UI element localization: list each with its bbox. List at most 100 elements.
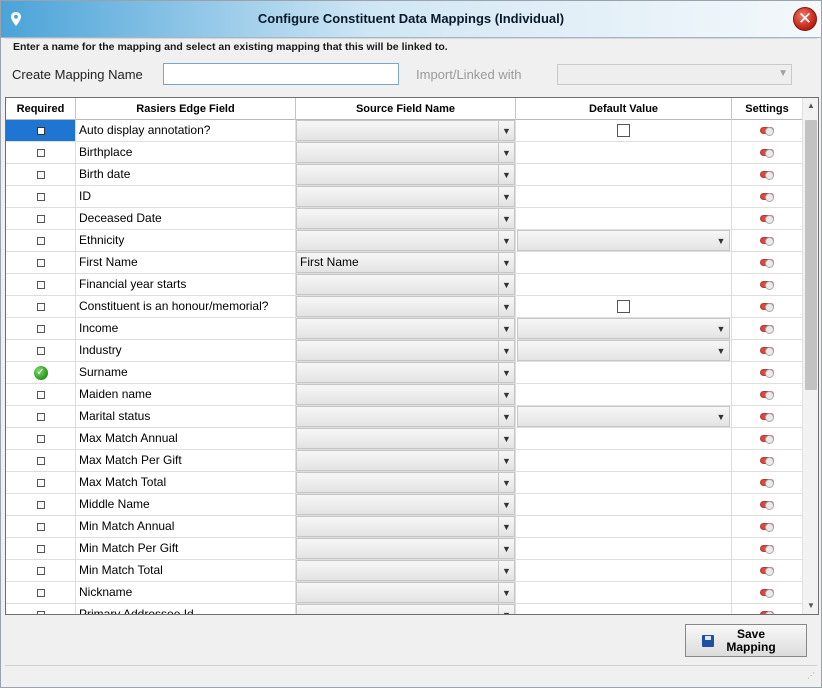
table-row[interactable]: Financial year starts ▼ [6, 274, 802, 296]
source-field-select[interactable]: ▼ [296, 428, 515, 449]
toggle-icon[interactable] [760, 325, 774, 334]
toggle-icon[interactable] [760, 391, 774, 400]
required-cell[interactable] [6, 230, 76, 251]
default-value-select[interactable]: ▼ [517, 340, 730, 361]
required-checkbox[interactable] [36, 170, 45, 179]
table-row[interactable]: First Name First Name ▼ [6, 252, 802, 274]
table-row[interactable]: Max Match Per Gift ▼ [6, 450, 802, 472]
source-field-select[interactable]: ▼ [296, 230, 515, 251]
required-checkbox[interactable] [36, 302, 45, 311]
toggle-icon[interactable] [760, 501, 774, 510]
required-cell[interactable] [6, 406, 76, 427]
default-value-cell[interactable] [516, 186, 732, 207]
chevron-down-icon[interactable]: ▼ [498, 363, 514, 382]
default-value-cell[interactable] [516, 450, 732, 471]
required-cell[interactable] [6, 296, 76, 317]
required-checkbox[interactable] [36, 588, 45, 597]
chevron-down-icon[interactable]: ▼ [498, 165, 514, 184]
table-row[interactable]: Ethnicity ▼ ▼ [6, 230, 802, 252]
required-cell[interactable] [6, 252, 76, 273]
table-row[interactable]: Middle Name ▼ [6, 494, 802, 516]
chevron-down-icon[interactable]: ▼ [713, 319, 729, 338]
default-value-cell[interactable] [516, 362, 732, 383]
table-row[interactable]: Marital status ▼ ▼ [6, 406, 802, 428]
toggle-icon[interactable] [760, 413, 774, 422]
default-value-select[interactable]: ▼ [517, 406, 730, 427]
source-field-select[interactable]: ▼ [296, 362, 515, 383]
required-checkbox[interactable] [36, 346, 45, 355]
create-mapping-name-input[interactable] [163, 63, 399, 85]
required-cell[interactable]: ✓ [6, 362, 76, 383]
required-cell[interactable] [6, 164, 76, 185]
required-cell[interactable] [6, 560, 76, 581]
table-row[interactable]: Income ▼ ▼ [6, 318, 802, 340]
source-field-select[interactable]: ▼ [296, 450, 515, 471]
toggle-icon[interactable] [760, 303, 774, 312]
required-cell[interactable] [6, 384, 76, 405]
required-checkbox[interactable] [36, 544, 45, 553]
required-cell[interactable] [6, 516, 76, 537]
scroll-up-icon[interactable]: ▲ [803, 98, 818, 114]
table-row[interactable]: Birthplace ▼ [6, 142, 802, 164]
required-checkbox[interactable] [36, 478, 45, 487]
toggle-icon[interactable] [760, 237, 774, 246]
table-row[interactable]: Industry ▼ ▼ [6, 340, 802, 362]
table-row[interactable]: ID ▼ [6, 186, 802, 208]
default-value-cell[interactable] [516, 472, 732, 493]
chevron-down-icon[interactable]: ▼ [498, 605, 514, 614]
chevron-down-icon[interactable]: ▼ [498, 231, 514, 250]
default-value-checkbox[interactable] [617, 124, 630, 137]
table-row[interactable]: Auto display annotation? ▼ [6, 120, 802, 142]
source-field-select[interactable]: ▼ [296, 296, 515, 317]
source-field-select[interactable]: ▼ [296, 120, 515, 141]
required-cell[interactable] [6, 450, 76, 471]
required-checkbox[interactable] [36, 258, 45, 267]
col-header-default-value[interactable]: Default Value [516, 98, 732, 120]
required-checkbox[interactable] [36, 214, 45, 223]
source-field-select[interactable]: ▼ [296, 582, 515, 603]
source-field-select[interactable]: ▼ [296, 318, 515, 339]
default-value-cell[interactable] [516, 560, 732, 581]
toggle-icon[interactable] [760, 369, 774, 378]
chevron-down-icon[interactable]: ▼ [713, 407, 729, 426]
chevron-down-icon[interactable]: ▼ [498, 187, 514, 206]
source-field-select[interactable]: ▼ [296, 538, 515, 559]
toggle-icon[interactable] [760, 435, 774, 444]
close-button[interactable]: ✕ [793, 7, 817, 31]
required-checkbox[interactable] [36, 610, 45, 614]
table-row[interactable]: ✓ Surname ▼ [6, 362, 802, 384]
required-checkbox[interactable] [36, 456, 45, 465]
import-linked-select[interactable]: ▼ [557, 64, 792, 85]
required-checkbox[interactable] [36, 566, 45, 575]
chevron-down-icon[interactable]: ▼ [498, 517, 514, 536]
required-cell[interactable] [6, 494, 76, 515]
required-cell[interactable] [6, 208, 76, 229]
required-checkbox[interactable] [36, 434, 45, 443]
default-value-cell[interactable] [516, 208, 732, 229]
default-value-select[interactable]: ▼ [517, 230, 730, 251]
chevron-down-icon[interactable]: ▼ [498, 275, 514, 294]
table-row[interactable]: Max Match Annual ▼ [6, 428, 802, 450]
toggle-icon[interactable] [760, 149, 774, 158]
toggle-icon[interactable] [760, 567, 774, 576]
chevron-down-icon[interactable]: ▼ [498, 539, 514, 558]
required-checkbox[interactable] [36, 192, 45, 201]
default-value-cell[interactable] [516, 164, 732, 185]
table-row[interactable]: Deceased Date ▼ [6, 208, 802, 230]
default-value-cell[interactable] [516, 274, 732, 295]
source-field-select[interactable]: ▼ [296, 186, 515, 207]
toggle-icon[interactable] [760, 171, 774, 180]
toggle-icon[interactable] [760, 215, 774, 224]
required-checkbox[interactable] [36, 412, 45, 421]
source-field-select[interactable]: ▼ [296, 274, 515, 295]
table-row[interactable]: Constituent is an honour/memorial? ▼ [6, 296, 802, 318]
table-row[interactable]: Min Match Per Gift ▼ [6, 538, 802, 560]
required-checkbox[interactable] [36, 522, 45, 531]
required-cell[interactable] [6, 120, 76, 141]
required-checkbox[interactable] [36, 390, 45, 399]
required-checkbox[interactable] [36, 500, 45, 509]
chevron-down-icon[interactable]: ▼ [498, 495, 514, 514]
table-row[interactable]: Maiden name ▼ [6, 384, 802, 406]
source-field-select[interactable]: ▼ [296, 494, 515, 515]
required-cell[interactable] [6, 582, 76, 603]
